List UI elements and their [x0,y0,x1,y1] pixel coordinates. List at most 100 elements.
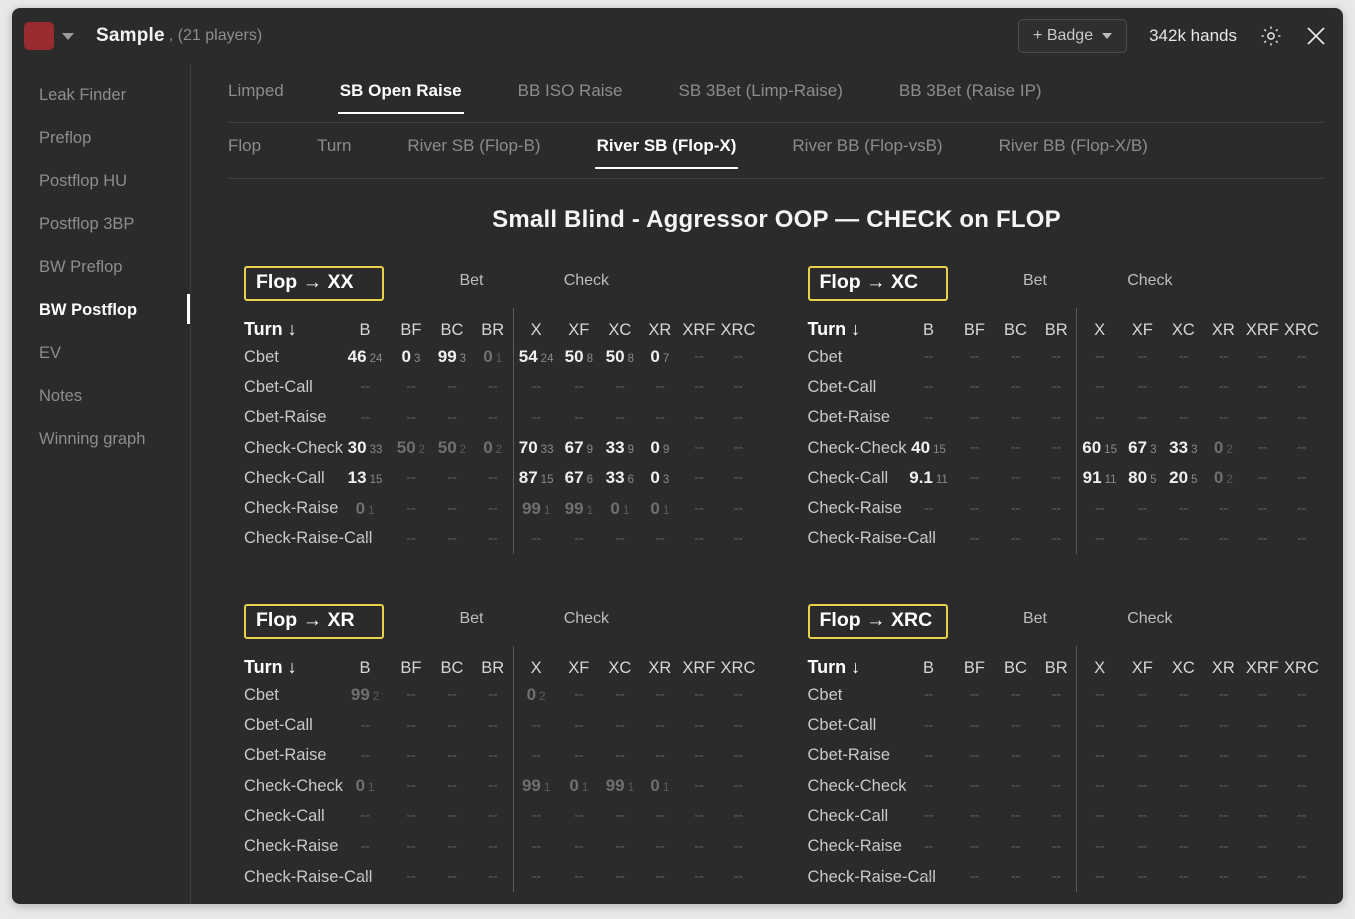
stat-empty: -- [1051,469,1062,487]
stat-sample-size: 2 [539,691,546,704]
quadrant-title[interactable]: Flop → XRC [807,604,948,640]
tab-flop[interactable]: Flop [228,125,261,169]
stat-cell: -- [1122,403,1163,433]
tab-river-sb-flop-x[interactable]: River SB (Flop-X) [594,125,739,169]
sidebar-item-postflop-hu[interactable]: Postflop HU [12,160,190,203]
stat-cell: -- [679,524,718,554]
stat-empty: -- [1095,529,1105,547]
stat-cell: -- [1163,342,1204,372]
stat-sample-size: 15 [933,444,946,457]
stat-empty: -- [1218,868,1229,885]
stat-empty: -- [406,469,416,487]
stat-cell: -- [512,831,559,862]
stat-sample-size: 1 [662,504,670,517]
stat-cell: -- [340,741,391,771]
stat-empty: -- [574,746,584,764]
stat-cell: -- [1076,493,1122,524]
tab-river-bb-flop-x-b[interactable]: River BB (Flop-X/B) [999,125,1148,169]
group-label-check: Check [1127,272,1173,289]
stat-empty: -- [574,378,584,396]
project-name: Sample [96,25,165,46]
stat-cell: -- [599,832,640,862]
stat-empty: -- [694,868,704,885]
tab-river-sb-flop-b[interactable]: River SB (Flop-B) [407,125,540,169]
stat-cell: -- [472,524,513,554]
quadrant-title[interactable]: Flop → XC [807,266,948,301]
stat-empty: -- [360,378,371,396]
tab-limped[interactable]: Limped [228,70,284,114]
stat-cell: -- [1204,710,1243,740]
sidebar-item-bw-postflop[interactable]: BW Postflop [12,289,190,332]
stat-cell: -- [1122,771,1163,801]
stat-sample-size: 6 [627,474,634,487]
tab-turn[interactable]: Turn [317,125,351,169]
stat-cell: -- [599,403,640,433]
stat-value: 99 [564,498,584,518]
turn-header: Turn ↓ [244,657,297,678]
stat-value: 0 [355,498,366,518]
close-icon[interactable] [1303,23,1329,49]
stat-empty: -- [969,348,980,366]
stat-empty: -- [1051,868,1062,885]
chevron-down-icon[interactable] [62,32,74,40]
stat-cell: 46 24 [340,342,391,372]
stat-cell: -- [995,433,1036,463]
stat-empty: -- [488,716,498,734]
stat-sample-size: 1 [543,504,551,517]
stat-empty: -- [488,686,498,704]
stat-cell: -- [995,493,1036,523]
stat-empty: -- [615,868,625,885]
stat-empty: -- [574,408,584,426]
stat-empty: -- [1178,378,1189,396]
tab-river-bb-flop-vsb[interactable]: River BB (Flop-vsB) [792,125,942,169]
tab-sb-open-raise[interactable]: SB Open Raise [337,70,464,114]
stat-sample-size: 1 [662,782,670,795]
tab-bb-iso-raise[interactable]: BB ISO Raise [518,70,623,114]
gear-icon[interactable] [1259,24,1283,48]
stat-cell: -- [1243,741,1282,771]
stat-empty: -- [1218,746,1229,764]
project-color-swatch[interactable] [24,22,54,50]
stat-cell: -- [679,680,718,710]
sidebar-item-ev[interactable]: EV [12,332,190,375]
stat-empty: -- [1137,529,1148,547]
stat-cell: -- [1122,372,1163,402]
sidebar-item-postflop-3bp[interactable]: Postflop 3BP [12,203,190,246]
add-badge-button[interactable]: + Badge [1018,19,1128,53]
tab-sb-3bet-limp-raise[interactable]: SB 3Bet (Limp-Raise) [679,70,843,114]
stat-empty: -- [488,469,498,487]
header-actions: + Badge 342k hands [1018,19,1343,53]
stat-cell: -- [1076,680,1122,711]
stat-value: 67 [1128,438,1148,458]
stat-cell: 33 6 [599,463,640,493]
stat-cell: -- [390,680,431,710]
stat-cell: 67 9 [558,433,599,463]
sidebar-item-winning-graph[interactable]: Winning graph [12,418,190,461]
stat-empty: -- [1257,469,1268,487]
stat-empty: -- [1010,868,1021,885]
stat-cell: -- [640,710,679,740]
stat-value: 0 [650,498,660,518]
sidebar-item-bw-preflop[interactable]: BW Preflop [12,246,190,289]
sidebar-item-preflop[interactable]: Preflop [12,117,190,160]
stat-cell: -- [954,832,995,862]
column-header-xrc: XRC [1284,321,1319,339]
quadrant-title[interactable]: Flop → XX [244,266,384,301]
stat-value: 33 [605,438,625,458]
stat-sample-size: 1 [368,504,375,517]
stat-empty: -- [406,529,416,547]
stat-empty: -- [694,686,704,704]
quadrant-flop-xr: Flop → XR Bet Check Turn ↓ B BF BC BR X XF XC XR XRF… [208,604,772,893]
row-label: Cbet-Call [244,377,313,396]
sidebar-item-notes[interactable]: Notes [12,375,190,418]
tab-bb-3bet-raise-ip[interactable]: BB 3Bet (Raise IP) [899,70,1042,114]
sidebar-item-leak-finder[interactable]: Leak Finder [12,74,190,117]
quadrant-title[interactable]: Flop → XR [244,604,384,640]
stat-empty: -- [488,378,498,396]
stat-empty: -- [1051,408,1062,426]
stat-cell: -- [954,741,995,771]
stat-empty: -- [924,499,934,517]
chevron-down-icon [1102,33,1113,39]
stat-cell: 02 [1204,433,1243,463]
stat-empty: -- [488,499,498,517]
